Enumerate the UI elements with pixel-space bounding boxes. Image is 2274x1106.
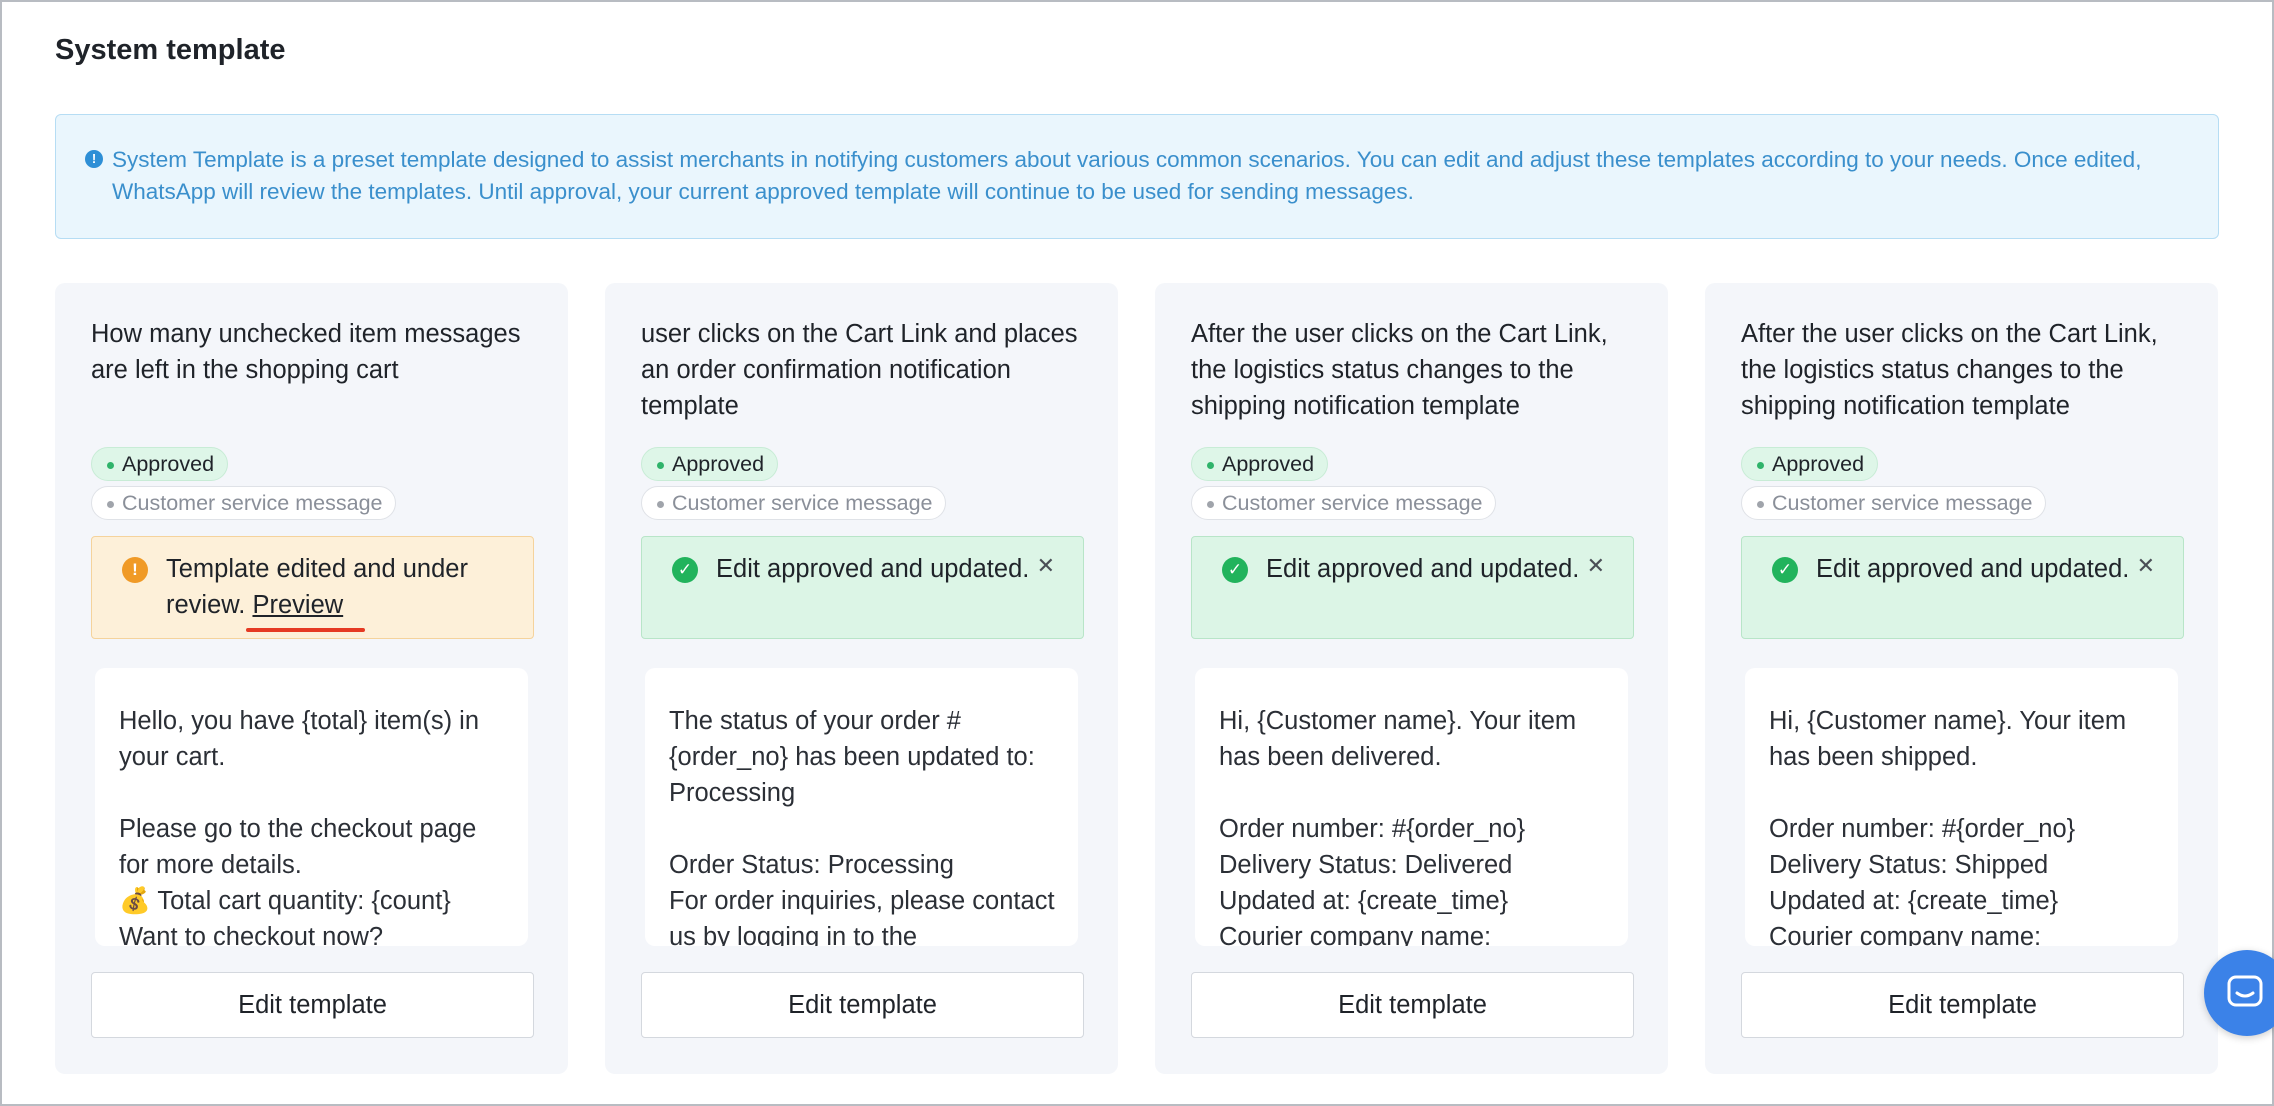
message-type-tag: Customer service message [91,486,397,520]
template-card: How many unchecked item messages are lef… [55,283,568,1074]
approved-status-banner: ✓ Edit approved and updated. ✕ [1741,536,2184,639]
info-icon: ! [85,150,103,168]
approved-tag: Approved [1741,447,1879,481]
approved-tag: Approved [1191,447,1329,481]
template-body-text: Hi, {Customer name}. Your item has been … [1219,707,1577,946]
page-title: System template [55,34,286,66]
message-type-tag: Customer service message [1741,486,2047,520]
preview-highlight-underline [246,628,365,632]
template-card: user clicks on the Cart Link and places … [605,283,1118,1074]
message-type-tag: Customer service message [1191,486,1497,520]
template-body-preview[interactable]: Hi, {Customer name}. Your item has been … [1195,668,1628,946]
template-body-preview[interactable]: The status of your order #{order_no} has… [645,668,1078,946]
info-notice: ! System Template is a preset template d… [55,114,2219,239]
review-status-banner: ! Template edited and under review. Prev… [91,536,534,639]
template-body-preview[interactable]: Hi, {Customer name}. Your item has been … [1745,668,2178,946]
approved-status-banner: ✓ Edit approved and updated. ✕ [1191,536,1634,639]
approved-status-banner: ✓ Edit approved and updated. ✕ [641,536,1084,639]
card-title: After the user clicks on the Cart Link, … [1741,320,2158,420]
approved-tag: Approved [91,447,229,481]
status-message: Edit approved and updated. [1266,555,1580,583]
close-icon[interactable]: ✕ [1037,553,1055,579]
template-card: After the user clicks on the Cart Link, … [1705,283,2218,1074]
template-body-text: Hi, {Customer name}. Your item has been … [1769,707,2127,946]
approved-tag: Approved [641,447,779,481]
edit-template-button[interactable]: Edit template [1191,972,1634,1038]
close-icon[interactable]: ✕ [1587,553,1605,579]
check-circle-icon: ✓ [672,557,698,583]
card-title: user clicks on the Cart Link and places … [641,320,1078,420]
card-title: After the user clicks on the Cart Link, … [1191,320,1608,420]
warning-icon: ! [122,557,148,583]
template-card: After the user clicks on the Cart Link, … [1155,283,1668,1074]
check-circle-icon: ✓ [1772,557,1798,583]
template-body-text: Hello, you have {total} item(s) in your … [119,707,480,946]
preview-link[interactable]: Preview [252,591,343,619]
chat-icon [2227,975,2263,1007]
message-type-tag: Customer service message [641,486,947,520]
status-text: Template edited and under review. Previe… [166,551,496,623]
edit-template-button[interactable]: Edit template [1741,972,2184,1038]
check-circle-icon: ✓ [1222,557,1248,583]
template-body-preview[interactable]: Hello, you have {total} item(s) in your … [95,668,528,946]
status-message: Edit approved and updated. [1816,555,2130,583]
notice-text: System Template is a preset template des… [112,147,2142,204]
template-body-text: The status of your order #{order_no} has… [669,707,1055,946]
card-title: How many unchecked item messages are lef… [91,320,521,384]
status-message: Edit approved and updated. [716,555,1030,583]
edit-template-button[interactable]: Edit template [91,972,534,1038]
close-icon[interactable]: ✕ [2137,553,2155,579]
edit-template-button[interactable]: Edit template [641,972,1084,1038]
